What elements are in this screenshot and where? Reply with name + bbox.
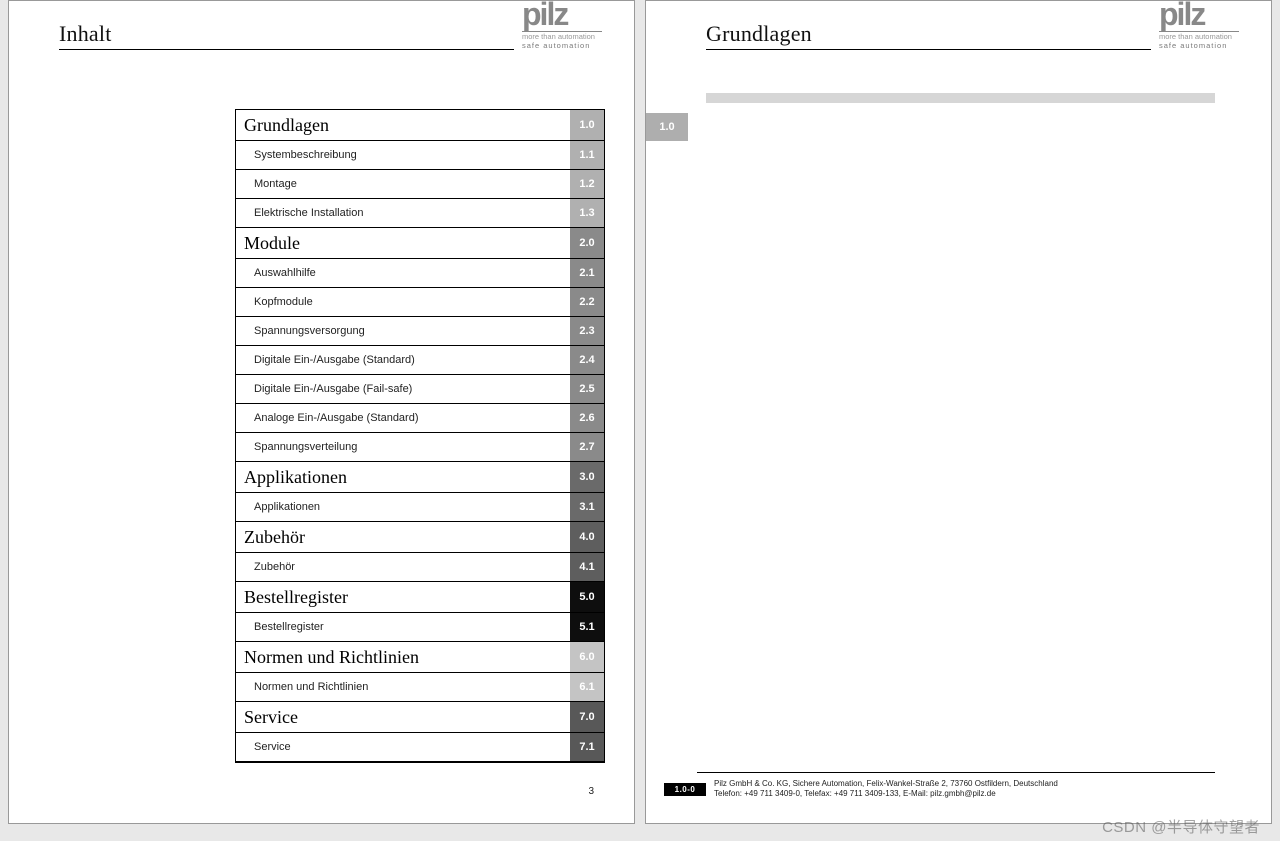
page-title: Inhalt <box>59 21 514 47</box>
toc-label: Digitale Ein-/Ausgabe (Fail-safe) <box>236 375 566 403</box>
toc-label: Zubehör <box>236 522 566 552</box>
brand-logo: pilz more than automation safe automatio… <box>514 1 602 50</box>
page-header-right: Grundlagen pilz more than automation saf… <box>646 1 1271 50</box>
toc-item[interactable]: Service7.1 <box>236 733 604 762</box>
page-title: Grundlagen <box>706 21 1151 47</box>
toc-number-badge: 2.2 <box>570 288 604 316</box>
toc-item[interactable]: Digitale Ein-/Ausgabe (Fail-safe)2.5 <box>236 375 604 404</box>
toc-section-head[interactable]: Zubehör4.0 <box>236 522 604 553</box>
toc-item[interactable]: Auswahlhilfe2.1 <box>236 259 604 288</box>
toc-item[interactable]: Bestellregister5.1 <box>236 613 604 642</box>
toc-label: Montage <box>236 170 566 198</box>
table-of-contents: Grundlagen1.0Systembeschreibung1.1Montag… <box>235 109 605 763</box>
footer-text: Pilz GmbH & Co. KG, Sichere Automation, … <box>714 779 1058 799</box>
footer-line-1: Pilz GmbH & Co. KG, Sichere Automation, … <box>714 779 1058 789</box>
toc-number-badge: 4.0 <box>570 522 604 552</box>
toc-label: Applikationen <box>236 462 566 492</box>
toc-number-badge: 1.0 <box>570 110 604 140</box>
brand-tagline-2: safe automation <box>1159 41 1239 50</box>
toc-number-badge: 2.4 <box>570 346 604 374</box>
toc-number-badge: 2.0 <box>570 228 604 258</box>
toc-section-head[interactable]: Service7.0 <box>236 702 604 733</box>
brand-logo-text: pilz <box>522 1 602 28</box>
brand-tagline-2: safe automation <box>522 41 602 50</box>
toc-label: Normen und Richtlinien <box>236 673 566 701</box>
toc-label: Normen und Richtlinien <box>236 642 566 672</box>
title-rule <box>706 49 1151 50</box>
toc-label: Service <box>236 702 566 732</box>
toc-number-badge: 2.6 <box>570 404 604 432</box>
toc-item[interactable]: Systembeschreibung1.1 <box>236 141 604 170</box>
toc-item[interactable]: Kopfmodule2.2 <box>236 288 604 317</box>
toc-section-head[interactable]: Applikationen3.0 <box>236 462 604 493</box>
toc-label: Digitale Ein-/Ausgabe (Standard) <box>236 346 566 374</box>
brand-logo: pilz more than automation safe automatio… <box>1151 1 1239 50</box>
toc-number-badge: 2.5 <box>570 375 604 403</box>
toc-number-badge: 7.0 <box>570 702 604 732</box>
toc-label: Elektrische Installation <box>236 199 566 227</box>
toc-number-badge: 2.1 <box>570 259 604 287</box>
page-number: 3 <box>588 786 594 797</box>
toc-number-badge: 2.7 <box>570 433 604 461</box>
page-right: Grundlagen pilz more than automation saf… <box>645 0 1272 824</box>
toc-item[interactable]: Elektrische Installation1.3 <box>236 199 604 228</box>
brand-logo-text: pilz <box>1159 1 1239 28</box>
toc-section-head[interactable]: Bestellregister5.0 <box>236 582 604 613</box>
brand-tagline-1: more than automation <box>522 33 602 41</box>
toc-number-badge: 5.0 <box>570 582 604 612</box>
toc-section-head[interactable]: Grundlagen1.0 <box>236 110 604 141</box>
toc-number-badge: 6.1 <box>570 673 604 701</box>
page-header-left: Inhalt pilz more than automation safe au… <box>9 1 634 50</box>
toc-item[interactable]: Spannungsversorgung2.3 <box>236 317 604 346</box>
toc-item[interactable]: Digitale Ein-/Ausgabe (Standard)2.4 <box>236 346 604 375</box>
toc-label: Bestellregister <box>236 582 566 612</box>
toc-number-badge: 3.0 <box>570 462 604 492</box>
toc-item[interactable]: Montage1.2 <box>236 170 604 199</box>
content-frame-rule <box>697 113 1215 773</box>
brand-tagline-1: more than automation <box>1159 33 1239 41</box>
toc-section-head[interactable]: Normen und Richtlinien6.0 <box>236 642 604 673</box>
toc-number-badge: 3.1 <box>570 493 604 521</box>
toc-section-head[interactable]: Module2.0 <box>236 228 604 259</box>
toc-label: Applikationen <box>236 493 566 521</box>
toc-label: Kopfmodule <box>236 288 566 316</box>
toc-label: Zubehör <box>236 553 566 581</box>
toc-label: Auswahlhilfe <box>236 259 566 287</box>
footer-badge: 1.0-0 <box>664 783 706 796</box>
toc-number-badge: 4.1 <box>570 553 604 581</box>
toc-label: Systembeschreibung <box>236 141 566 169</box>
toc-item[interactable]: Analoge Ein-/Ausgabe (Standard)2.6 <box>236 404 604 433</box>
toc-number-badge: 7.1 <box>570 733 604 761</box>
page-left: Inhalt pilz more than automation safe au… <box>8 0 635 824</box>
toc-label: Module <box>236 228 566 258</box>
section-side-tab: 1.0 <box>646 113 688 141</box>
toc-item[interactable]: Zubehör4.1 <box>236 553 604 582</box>
toc-label: Spannungsversorgung <box>236 317 566 345</box>
page-footer: 1.0-0 Pilz GmbH & Co. KG, Sichere Automa… <box>664 779 1255 799</box>
toc-number-badge: 1.1 <box>570 141 604 169</box>
toc-number-badge: 5.1 <box>570 613 604 641</box>
toc-number-badge: 1.2 <box>570 170 604 198</box>
toc-item[interactable]: Spannungsverteilung2.7 <box>236 433 604 462</box>
footer-line-2: Telefon: +49 711 3409-0, Telefax: +49 71… <box>714 789 1058 799</box>
toc-label: Service <box>236 733 566 761</box>
toc-label: Analoge Ein-/Ausgabe (Standard) <box>236 404 566 432</box>
toc-label: Grundlagen <box>236 110 566 140</box>
toc-item[interactable]: Applikationen3.1 <box>236 493 604 522</box>
toc-number-badge: 2.3 <box>570 317 604 345</box>
header-stripe <box>706 93 1215 103</box>
toc-item[interactable]: Normen und Richtlinien6.1 <box>236 673 604 702</box>
toc-number-badge: 6.0 <box>570 642 604 672</box>
title-rule <box>59 49 514 50</box>
toc-label: Spannungsverteilung <box>236 433 566 461</box>
toc-label: Bestellregister <box>236 613 566 641</box>
toc-number-badge: 1.3 <box>570 199 604 227</box>
